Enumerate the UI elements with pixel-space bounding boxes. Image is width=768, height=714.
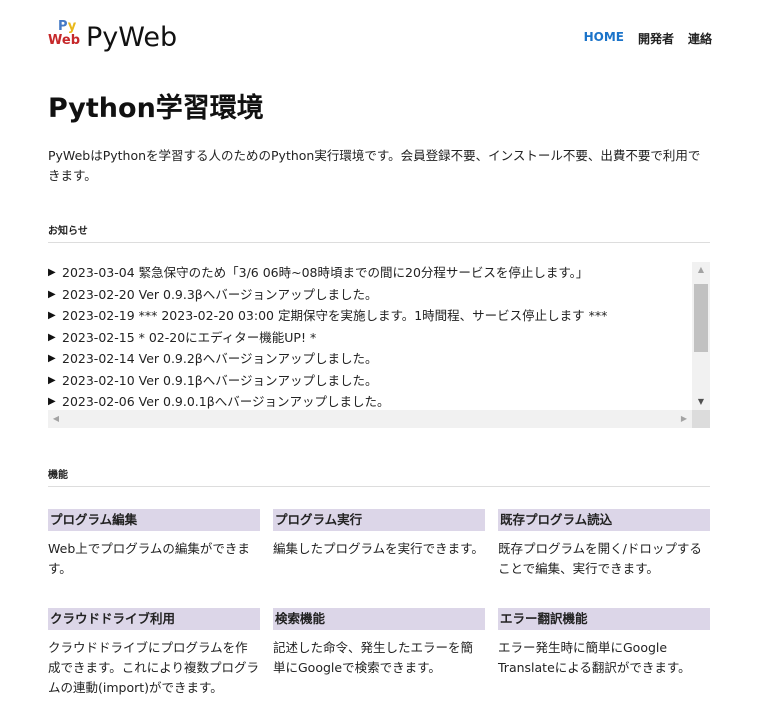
news-item-text: 2023-02-15 * 02-20にエディター機能UP! * [62, 329, 317, 345]
scroll-up-arrow-icon[interactable]: ▲ [692, 262, 710, 278]
main-nav: HOME 開発者 連絡 [584, 30, 712, 47]
feature-title: エラー翻訳機能 [498, 608, 710, 630]
news-item: ▶ 2023-02-06 Ver 0.9.0.1βへバージョンアップしました。 [48, 391, 688, 410]
news-divider [48, 242, 710, 243]
triangle-right-icon: ▶ [48, 353, 56, 364]
news-item-text: 2023-02-10 Ver 0.9.1βへバージョンアップしました。 [62, 372, 378, 388]
triangle-right-icon: ▶ [48, 396, 56, 407]
scrollbar-corner [692, 410, 710, 428]
features-heading: 機能 [48, 470, 68, 481]
page-title: Python学習環境 [48, 93, 264, 124]
feature-title: プログラム編集 [48, 509, 260, 531]
feature-title: 既存プログラム読込 [498, 509, 710, 531]
nav-home[interactable]: HOME [584, 30, 624, 47]
features-divider [48, 486, 710, 487]
news-vertical-scrollbar[interactable]: ▲ ▼ [692, 262, 710, 410]
news-item: ▶ 2023-02-19 *** 2023-02-20 03:00 定期保守を実施… [48, 305, 688, 327]
feature-card: クラウドドライブ利用 クラウドドライブにプログラムを作成できます。これにより複数… [48, 608, 260, 698]
site-logo[interactable]: Py Web PyWeb [48, 20, 177, 54]
logo-title: PyWeb [86, 21, 178, 53]
news-panel[interactable]: ▶ 2023-03-04 緊急保守のため「3/6 06時~08時頃までの間に20分… [48, 262, 710, 432]
feature-card: プログラム実行 編集したプログラムを実行できます。 [273, 509, 485, 559]
triangle-right-icon: ▶ [48, 331, 56, 343]
site-header: Py Web PyWeb HOME 開発者 連絡 [48, 18, 712, 54]
feature-title: プログラム実行 [273, 509, 485, 531]
news-heading: お知らせ [48, 226, 88, 237]
intro-text: PyWebはPythonを学習する人のためのPython実行環境です。会員登録不… [48, 148, 701, 183]
scroll-down-arrow-icon[interactable]: ▼ [692, 394, 710, 410]
logo-py-text: Py [58, 19, 77, 34]
feature-title: 検索機能 [273, 608, 485, 630]
feature-description: 既存プログラムを開く/ドロップすることで編集、実行できます。 [498, 541, 702, 576]
scroll-right-arrow-icon[interactable]: ▶ [676, 410, 692, 428]
scroll-left-arrow-icon[interactable]: ◀ [48, 410, 64, 428]
feature-description: 記述した命令、発生したエラーを簡単にGoogleで検索できます。 [273, 640, 474, 675]
nav-developer[interactable]: 開発者 [638, 30, 674, 47]
triangle-right-icon: ▶ [48, 310, 56, 321]
feature-description: 編集したプログラムを実行できます。 [273, 541, 484, 556]
news-item-text: 2023-02-20 Ver 0.9.3βへバージョンアップしました。 [62, 286, 378, 302]
feature-description: エラー発生時に簡単にGoogle Translateによる翻訳ができます。 [498, 640, 691, 675]
news-item-text: 2023-03-04 緊急保守のため「3/6 06時~08時頃までの間に20分程… [62, 265, 589, 280]
feature-description: Web上でプログラムの編集ができます。 [48, 541, 250, 576]
nav-contact[interactable]: 連絡 [688, 30, 712, 47]
feature-card: プログラム編集 Web上でプログラムの編集ができます。 [48, 509, 260, 579]
logo-mark: Py Web [48, 20, 84, 54]
feature-card: エラー翻訳機能 エラー発生時に簡単にGoogle Translateによる翻訳が… [498, 608, 710, 678]
news-item: ▶ 2023-02-14 Ver 0.9.2βへバージョンアップしました。 [48, 348, 688, 370]
feature-title: クラウドドライブ利用 [48, 608, 260, 630]
news-item-text: 2023-02-14 Ver 0.9.2βへバージョンアップしました。 [62, 351, 378, 366]
news-item: ▶ 2023-02-15 * 02-20にエディター機能UP! * [48, 327, 688, 349]
news-horizontal-scrollbar[interactable]: ◀ ▶ [48, 410, 692, 428]
news-item: ▶ 2023-03-04 緊急保守のため「3/6 06時~08時頃までの間に20分… [48, 262, 688, 284]
triangle-right-icon: ▶ [48, 288, 56, 300]
news-item-text: 2023-02-19 *** 2023-02-20 03:00 定期保守を実施し… [62, 308, 608, 323]
scrollbar-thumb[interactable] [694, 284, 708, 352]
logo-web-text: Web [48, 33, 80, 48]
feature-card: 検索機能 記述した命令、発生したエラーを簡単にGoogleで検索できます。 [273, 608, 485, 678]
feature-card: 既存プログラム読込 既存プログラムを開く/ドロップすることで編集、実行できます。 [498, 509, 710, 579]
news-item-text: 2023-02-06 Ver 0.9.0.1βへバージョンアップしました。 [62, 394, 390, 409]
triangle-right-icon: ▶ [48, 267, 56, 278]
news-item: ▶ 2023-02-10 Ver 0.9.1βへバージョンアップしました。 [48, 370, 688, 392]
news-list: ▶ 2023-03-04 緊急保守のため「3/6 06時~08時頃までの間に20分… [48, 262, 688, 410]
triangle-right-icon: ▶ [48, 374, 56, 386]
news-item: ▶ 2023-02-20 Ver 0.9.3βへバージョンアップしました。 [48, 284, 688, 306]
feature-description: クラウドドライブにプログラムを作成できます。これにより複数プログラムの連動(im… [48, 640, 260, 695]
